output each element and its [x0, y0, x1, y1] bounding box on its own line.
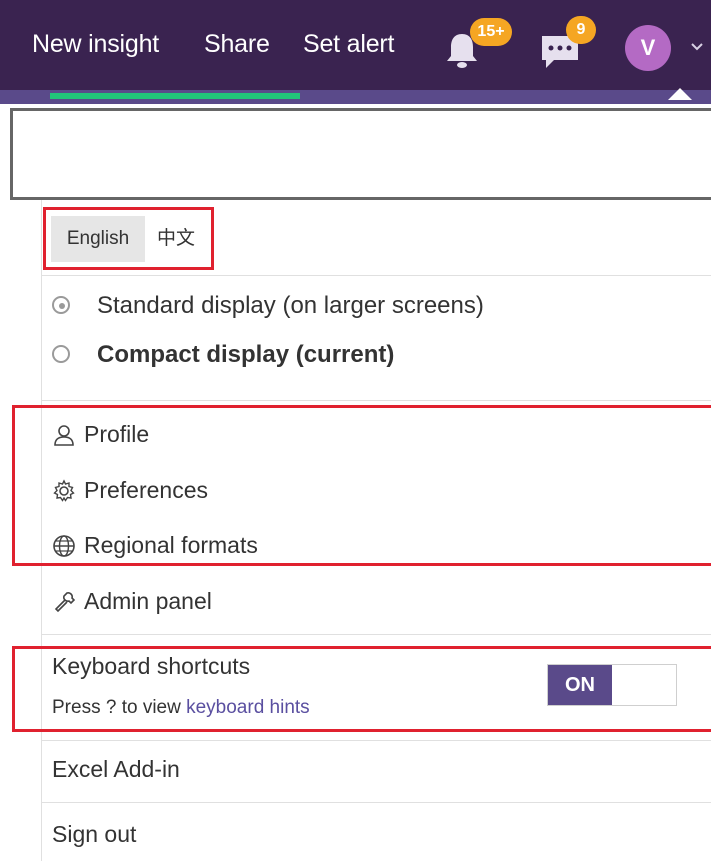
divider — [42, 400, 711, 401]
compact-display-option[interactable]: Compact display (current) — [52, 341, 432, 375]
search-input[interactable] — [10, 108, 711, 200]
chevron-down-icon[interactable] — [690, 40, 704, 54]
new-insight-link[interactable]: New insight — [32, 30, 159, 59]
compact-display-suffix: (current) — [289, 341, 395, 368]
compact-display-label: Compact display (current) — [97, 341, 394, 369]
wrench-icon — [52, 590, 76, 614]
progress-indicator — [50, 93, 300, 99]
notifications-badge: 15+ — [470, 18, 512, 46]
compact-display-strong: Compact display — [97, 341, 290, 368]
divider — [42, 634, 711, 635]
compact-display-radio[interactable] — [52, 345, 70, 363]
highlight-account-options — [12, 405, 711, 566]
highlight-language — [43, 207, 214, 270]
highlight-keyboard-shortcuts — [12, 646, 711, 732]
divider — [42, 802, 711, 803]
standard-display-label: Standard display (on larger screens) — [97, 292, 484, 319]
sign-out-menu-item[interactable]: Sign out — [52, 821, 136, 848]
dropdown-caret — [668, 88, 692, 100]
standard-display-option[interactable]: Standard display (on larger screens) — [52, 292, 572, 326]
admin-panel-menu-item[interactable]: Admin panel — [52, 588, 272, 620]
excel-addin-menu-item[interactable]: Excel Add-in — [52, 756, 180, 783]
messages-badge: 9 — [566, 16, 596, 44]
standard-display-radio[interactable] — [52, 296, 70, 314]
divider — [42, 275, 711, 276]
user-avatar[interactable]: V — [625, 25, 671, 71]
set-alert-link[interactable]: Set alert — [303, 30, 395, 59]
top-nav-bar: New insight Share Set alert 15+ 9 V — [0, 0, 711, 104]
divider — [42, 740, 711, 741]
share-link[interactable]: Share — [204, 30, 270, 59]
admin-panel-label: Admin panel — [84, 588, 212, 614]
